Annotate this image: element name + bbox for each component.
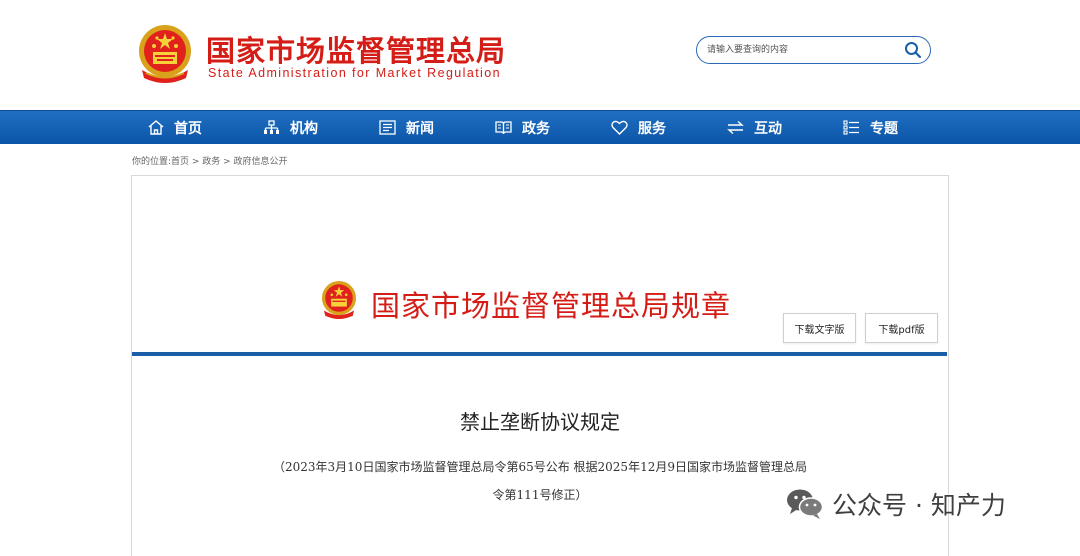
search-icon[interactable] — [904, 41, 922, 59]
document-title: 禁止垄断协议规定 — [460, 410, 620, 434]
book-icon — [495, 121, 512, 135]
nav-label: 专题 — [870, 120, 898, 137]
home-icon — [148, 120, 164, 135]
nav-item-home[interactable]: 首页 — [148, 111, 202, 144]
watermark-text: 公众号 · 知产力 — [832, 491, 1006, 520]
list-icon — [843, 120, 859, 135]
document-note-line1: （2023年3月10日国家市场监督管理总局令第65号公布 根据2025年12月9… — [273, 460, 807, 474]
nav-label: 首页 — [174, 120, 202, 137]
search-box — [696, 36, 931, 64]
watermark: 公众号 · 知产力 — [786, 486, 1006, 522]
wechat-icon — [787, 489, 824, 519]
nav-item-service[interactable]: 服务 — [611, 111, 666, 144]
heart-icon — [611, 120, 628, 135]
nav-label: 互动 — [754, 120, 782, 137]
site-subtitle: State Administration for Market Regulati… — [208, 66, 501, 80]
national-emblem-icon — [321, 281, 357, 319]
site-title: 国家市场监督管理总局 — [206, 34, 507, 68]
org-chart-icon — [264, 120, 279, 134]
nav-item-topics[interactable]: 专题 — [843, 111, 898, 144]
main-nav: 首页 机构 新闻 政务 服务 互动 专题 — [0, 110, 1080, 144]
national-emblem-icon — [139, 25, 191, 83]
divider — [132, 352, 947, 356]
newspaper-icon — [379, 120, 396, 135]
exchange-arrows-icon — [727, 120, 744, 135]
nav-item-interact[interactable]: 互动 — [727, 111, 782, 144]
nav-label: 政务 — [522, 120, 550, 137]
site-header: 国家市场监督管理总局 State Administration for Mark… — [0, 0, 1080, 110]
nav-item-news[interactable]: 新闻 — [379, 111, 434, 144]
download-pdf-button[interactable]: 下载pdf版 — [865, 313, 938, 343]
panel-title: 国家市场监督管理总局规章 — [371, 289, 732, 323]
nav-label: 服务 — [638, 120, 666, 137]
nav-item-affairs[interactable]: 政务 — [495, 111, 550, 144]
nav-label: 机构 — [290, 120, 318, 137]
nav-item-org[interactable]: 机构 — [263, 111, 318, 144]
nav-label: 新闻 — [406, 120, 434, 137]
search-input[interactable] — [705, 40, 899, 60]
download-text-button[interactable]: 下载文字版 — [783, 313, 856, 343]
breadcrumb: 你的位置:首页 > 政务 > 政府信息公开 — [132, 157, 288, 167]
